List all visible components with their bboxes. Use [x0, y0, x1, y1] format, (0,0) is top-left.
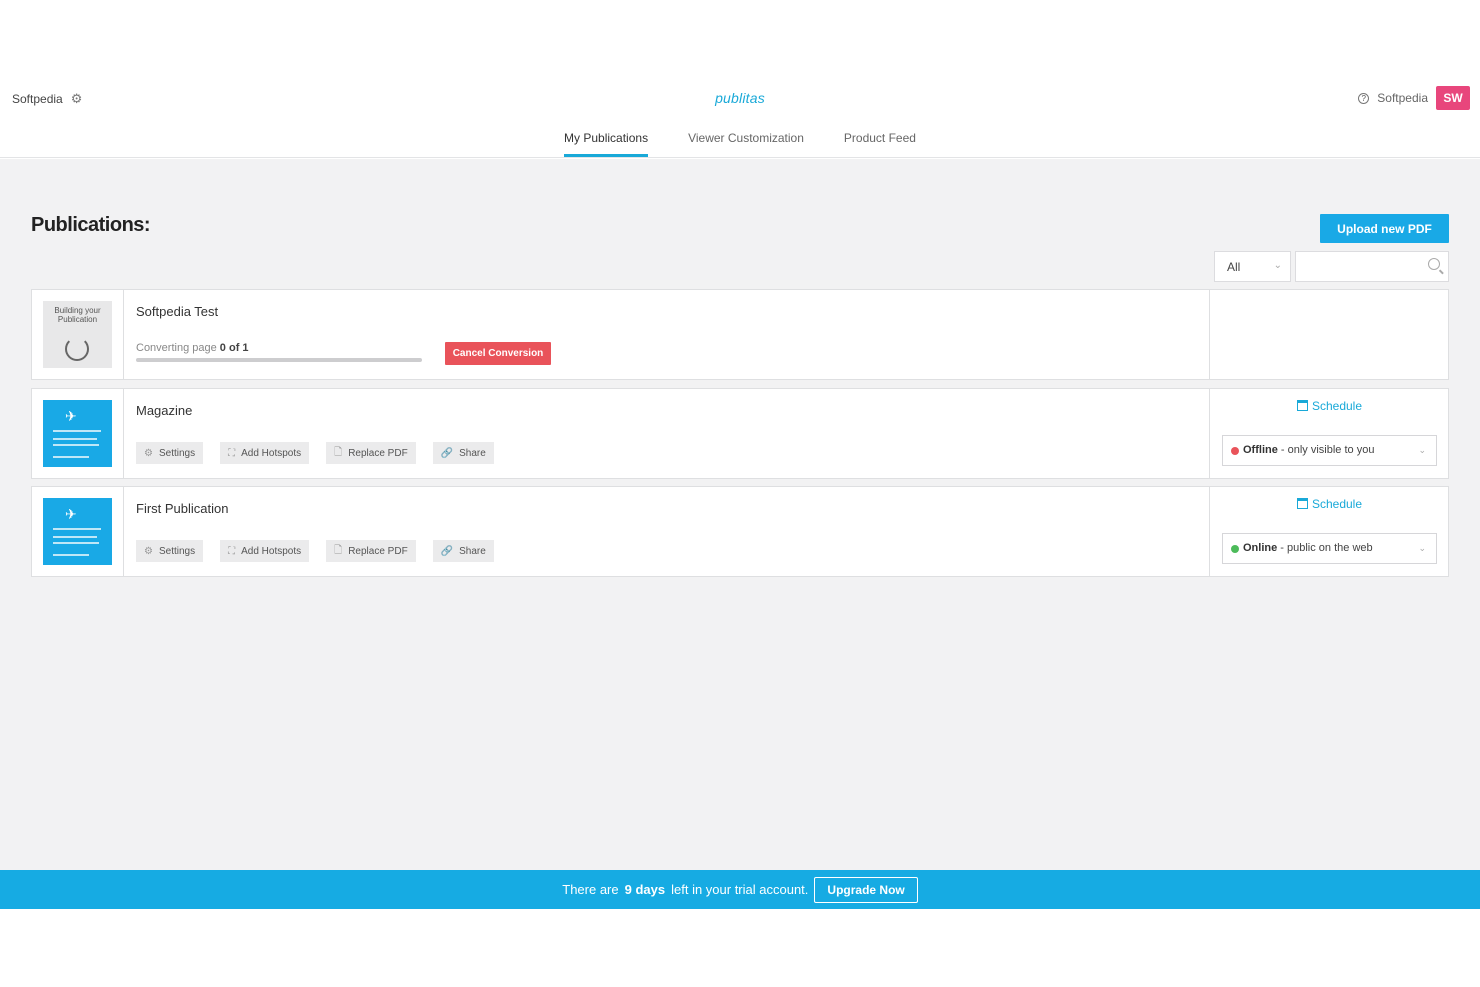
publication-actions: ⚙ Settings ⛶ Add Hotspots 🗋 Replace PDF 🔗 Sh… [136, 540, 494, 562]
search-icon[interactable] [1428, 258, 1440, 270]
share-button[interactable]: 🔗 Share [432, 540, 494, 562]
publication-card-magazine: ✈ Magazine ⚙ Settings ⛶ Add Hotspots 🗋 Repl… [31, 388, 1449, 479]
publication-actions: ⚙ Settings ⛶ Add Hotspots 🗋 Replace PDF 🔗 Sh… [136, 442, 494, 464]
building-text: Building your Publication [54, 306, 101, 324]
filter-value: All [1227, 260, 1241, 274]
cancel-conversion-button[interactable]: Cancel Conversion [445, 342, 551, 365]
calendar-icon [1296, 498, 1308, 509]
calendar-icon [1296, 400, 1308, 411]
publication-card-first-publication: ✈ First Publication ⚙ Settings ⛶ Add Hotsp… [31, 486, 1449, 577]
add-hotspots-button[interactable]: ⛶ Add Hotspots [220, 540, 310, 562]
share-button[interactable]: 🔗 Share [432, 442, 494, 464]
paper-plane-icon: ✈ [65, 408, 77, 424]
link-icon: 🔗 [440, 545, 454, 557]
main-content: Publications: Upload new PDF All ⌄ Build… [0, 159, 1480, 870]
filter-select[interactable]: All ⌄ [1214, 251, 1291, 282]
question-icon[interactable]: ? [1358, 92, 1370, 104]
building-thumbnail: Building your Publication [43, 301, 112, 368]
trial-prefix: There are [562, 882, 619, 897]
avatar[interactable]: SW [1436, 86, 1470, 110]
publitas-logo[interactable]: publitas [0, 90, 1480, 106]
status-select[interactable]: Online - public on the web ⌄ [1222, 533, 1437, 564]
link-icon: 🔗 [440, 447, 454, 459]
user-menu[interactable]: ? Softpedia SW [1358, 86, 1470, 110]
trial-suffix: left in your trial account. [671, 882, 809, 897]
loading-spinner-icon [65, 337, 89, 361]
settings-button[interactable]: ⚙ Settings [136, 442, 204, 464]
document-icon: 🗋 [334, 446, 343, 458]
status-select[interactable]: Offline - only visible to you ⌄ [1222, 435, 1437, 466]
conversion-status: Converting page 0 of 1 [136, 342, 249, 354]
status-cell: Schedule Online - public on the web ⌄ [1209, 487, 1448, 576]
publication-cover[interactable]: ✈ [43, 400, 112, 467]
paper-plane-icon: ✈ [65, 506, 77, 522]
publication-title[interactable]: Magazine [136, 403, 192, 418]
document-icon: 🗋 [334, 544, 343, 556]
upgrade-now-button[interactable]: Upgrade Now [814, 876, 918, 903]
schedule-link[interactable]: Schedule [1210, 399, 1449, 413]
schedule-link[interactable]: Schedule [1210, 497, 1449, 511]
thumbnail-cell: ✈ [32, 389, 124, 478]
tab-my-publications[interactable]: My Publications [564, 126, 649, 157]
chevron-down-icon: ⌄ [1418, 445, 1426, 455]
add-hotspots-button[interactable]: ⛶ Add Hotspots [220, 442, 310, 464]
publication-cover[interactable]: ✈ [43, 498, 112, 565]
status-dot-icon [1231, 545, 1239, 553]
thumbnail-cell: Building your Publication [32, 290, 124, 379]
top-bar: Softpedia ⚙ publitas ? Softpedia SW My P… [0, 78, 1480, 158]
publication-card-softpedia-test: Building your Publication Softpedia Test… [31, 289, 1449, 380]
tab-product-feed[interactable]: Product Feed [844, 126, 916, 157]
gear-icon: ⚙ [144, 545, 153, 557]
settings-button[interactable]: ⚙ Settings [136, 540, 204, 562]
publication-title[interactable]: First Publication [136, 501, 228, 516]
hotspot-icon: ⛶ [228, 447, 236, 459]
chevron-down-icon: ⌄ [1273, 260, 1282, 271]
status-dot-icon [1231, 447, 1239, 455]
trial-days: 9 days [624, 882, 666, 897]
status-cell: Schedule Offline - only visible to you ⌄ [1209, 389, 1448, 478]
hotspot-icon: ⛶ [228, 545, 236, 557]
tab-viewer-customization[interactable]: Viewer Customization [688, 126, 804, 157]
trial-banner: There are 9 days left in your trial acco… [0, 870, 1480, 909]
publication-title[interactable]: Softpedia Test [136, 304, 218, 319]
replace-pdf-button[interactable]: 🗋 Replace PDF [326, 540, 416, 562]
replace-pdf-button[interactable]: 🗋 Replace PDF [326, 442, 416, 464]
conversion-progress-bar [136, 358, 422, 362]
thumbnail-cell: ✈ [32, 487, 124, 576]
page-title: Publications: [31, 214, 151, 236]
status-cell [1209, 290, 1448, 379]
upload-pdf-button[interactable]: Upload new PDF [1320, 214, 1449, 243]
gear-icon: ⚙ [144, 447, 153, 459]
tab-bar: My Publications Viewer Customization Pro… [0, 126, 1480, 157]
user-name: Softpedia [1377, 91, 1428, 105]
chevron-down-icon: ⌄ [1418, 543, 1426, 553]
search-input[interactable] [1295, 251, 1449, 282]
